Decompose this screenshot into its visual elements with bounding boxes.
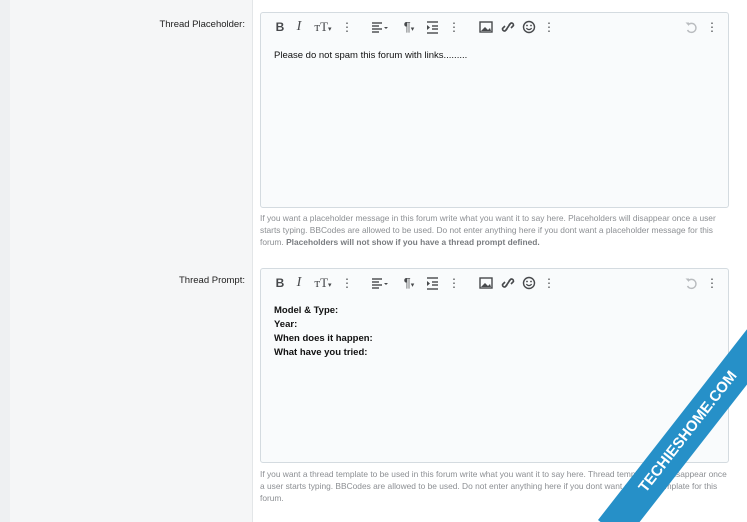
bold-button[interactable]: B (274, 275, 286, 291)
list-button[interactable] (426, 19, 440, 35)
emoji-icon (522, 20, 536, 34)
bold-button[interactable]: B (274, 19, 286, 35)
align-button[interactable] (371, 275, 393, 291)
list-icon (427, 21, 438, 34)
editor-content[interactable]: Model & Type: Year: When does it happen:… (274, 304, 715, 360)
undo-button[interactable] (684, 275, 698, 291)
more-paragraph-icon[interactable]: ⋮ (448, 19, 460, 35)
content-line: Model & Type: (274, 305, 339, 316)
content-line: Year: (274, 319, 298, 330)
more-insert-icon[interactable]: ⋮ (543, 19, 555, 35)
more-insert-icon[interactable]: ⋮ (543, 275, 555, 291)
more-misc-icon[interactable]: ⋮ (706, 275, 718, 291)
emoji-button[interactable] (522, 19, 536, 35)
thread-placeholder-label: Thread Placeholder: (159, 19, 245, 30)
paragraph-icon: ¶ (403, 19, 411, 34)
undo-icon (685, 278, 697, 290)
font-size-icon: тT (314, 19, 329, 34)
emoji-icon (522, 276, 536, 290)
list-icon (427, 277, 438, 290)
list-button[interactable] (426, 275, 440, 291)
more-misc-icon[interactable]: ⋮ (706, 19, 718, 35)
italic-button[interactable]: I (294, 19, 304, 35)
thread-prompt-label: Thread Prompt: (179, 275, 245, 286)
italic-button[interactable]: I (294, 275, 304, 291)
paragraph-icon: ¶ (403, 275, 411, 290)
thread-placeholder-hint: If you want a placeholder message in thi… (260, 212, 730, 248)
align-icon (372, 278, 388, 289)
thread-prompt-editor[interactable]: B I тT▾ ⋮ ¶▾ ⋮ ⋮ ⋮ Model & Type: Year: W… (260, 268, 729, 463)
image-button[interactable] (479, 275, 493, 291)
image-icon (479, 277, 493, 289)
link-button[interactable] (501, 275, 515, 291)
content-line: Please do not spam this forum with links… (274, 50, 468, 61)
thread-placeholder-editor[interactable]: B I тT▾ ⋮ ¶▾ ⋮ ⋮ ⋮ Please do not spam th… (260, 12, 729, 208)
paragraph-button[interactable]: ¶▾ (399, 19, 419, 35)
hint-bold-text: Placeholders will not show if you have a… (286, 237, 540, 247)
hint-text: If you want a thread template to be used… (260, 469, 727, 503)
image-icon (479, 21, 493, 33)
emoji-button[interactable] (522, 275, 536, 291)
more-text-icon[interactable]: ⋮ (341, 19, 353, 35)
thread-prompt-hint: If you want a thread template to be used… (260, 468, 730, 504)
more-paragraph-icon[interactable]: ⋮ (448, 275, 460, 291)
font-size-button[interactable]: тT▾ (312, 275, 334, 291)
paragraph-button[interactable]: ¶▾ (399, 275, 419, 291)
image-button[interactable] (479, 19, 493, 35)
font-size-icon: тT (314, 275, 329, 290)
editor-toolbar: B I тT▾ ⋮ ¶▾ ⋮ ⋮ ⋮ (261, 269, 728, 299)
undo-button[interactable] (684, 19, 698, 35)
editor-toolbar: B I тT▾ ⋮ ¶▾ ⋮ ⋮ ⋮ (261, 13, 728, 43)
align-button[interactable] (371, 19, 393, 35)
content-line: What have you tried: (274, 347, 368, 358)
link-icon (501, 278, 515, 288)
link-icon (501, 22, 515, 32)
link-button[interactable] (501, 19, 515, 35)
font-size-button[interactable]: тT▾ (312, 19, 334, 35)
editor-content[interactable]: Please do not spam this forum with links… (274, 49, 715, 63)
more-text-icon[interactable]: ⋮ (341, 275, 353, 291)
undo-icon (685, 22, 697, 34)
content-line: When does it happen: (274, 333, 373, 344)
label-column (10, 0, 253, 522)
align-icon (372, 22, 388, 33)
